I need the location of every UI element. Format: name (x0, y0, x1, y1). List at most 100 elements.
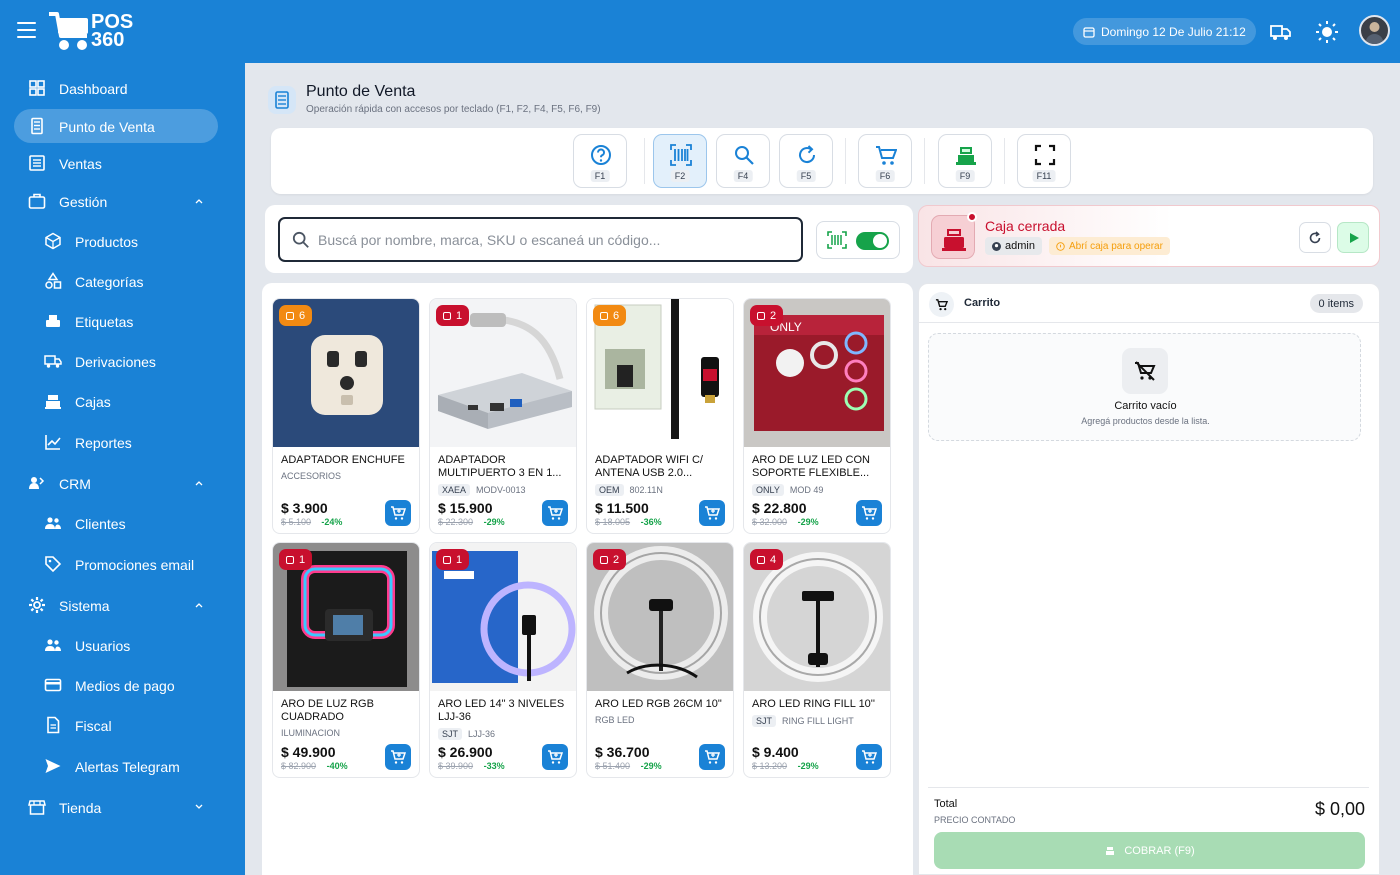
shortcut-button-f11[interactable]: F11 (1017, 134, 1071, 188)
pos-terminal-icon (31, 117, 43, 135)
add-to-cart-button[interactable] (542, 744, 568, 770)
sidebar-item-tienda[interactable]: Tienda (14, 790, 218, 824)
stock-count: 6 (613, 309, 620, 322)
chevron-up-icon[interactable] (194, 600, 204, 610)
sidebar-item-ventas[interactable]: Ventas (14, 146, 218, 180)
product-name: ARO DE LUZ RGB CUADRADO (281, 698, 374, 723)
scan-toggle-switch[interactable] (856, 232, 889, 250)
user-pill: admin (985, 237, 1042, 255)
open-caja-button[interactable] (1337, 222, 1369, 253)
sidebar-item-label: Tienda (59, 800, 102, 816)
product-category: ACCESORIOS (281, 471, 341, 481)
product-old-price: $ 5.100 (281, 517, 312, 527)
sidebar-item-usuarios[interactable]: Usuarios (14, 628, 218, 662)
store-icon (28, 800, 46, 815)
add-to-cart-button[interactable] (385, 744, 411, 770)
avatar[interactable] (1359, 15, 1390, 46)
stock-count: 1 (299, 553, 306, 566)
pay-button[interactable]: COBRAR (F9) (934, 832, 1365, 869)
shortcut-button-f4[interactable]: F4 (716, 134, 770, 188)
sidebar-item-dashboard[interactable]: Dashboard (14, 71, 218, 105)
box-icon (443, 555, 451, 564)
product-card[interactable]: 1 ADAPTADOR MULTIPUERTO 3 EN 1... XAEA MODV… (429, 298, 577, 534)
category-label: RGB LED (595, 715, 635, 725)
shortcut-button-f1[interactable]: F1 (573, 134, 627, 188)
chevron-up-icon[interactable] (194, 478, 204, 488)
sidebar-item-label: Cajas (75, 394, 111, 410)
sidebar-item-sistema[interactable]: Sistema (14, 588, 218, 622)
product-meta: SJT LJJ-36 (438, 728, 495, 740)
cube-icon (45, 232, 61, 250)
shortcut-button-f2[interactable]: F2 (653, 134, 707, 188)
barcode-scan-icon (670, 144, 692, 166)
chevron-down-icon[interactable] (194, 802, 204, 812)
cart-plus-icon (391, 506, 406, 520)
menu-icon[interactable] (17, 22, 36, 38)
sidebar-item-medios-de-pago[interactable]: Medios de pago (14, 668, 218, 702)
shortcut-button-f9[interactable]: F9 (938, 134, 992, 188)
product-category: RGB LED (595, 715, 635, 725)
sidebar-item-productos[interactable]: Productos (14, 224, 218, 258)
sidebar-item-reportes[interactable]: Reportes (14, 425, 218, 459)
add-to-cart-button[interactable] (542, 500, 568, 526)
date-pill[interactable]: Domingo 12 De Julio 21:12 (1073, 18, 1256, 45)
app-logo[interactable]: POS 360 (47, 10, 147, 52)
sidebar-item-label: Derivaciones (75, 354, 156, 370)
sun-icon[interactable] (1315, 20, 1339, 44)
sidebar-item-alertas-telegram[interactable]: Alertas Telegram (14, 749, 218, 783)
cart-plus-icon (862, 506, 877, 520)
product-card[interactable]: 1 ARO LED 14" 3 NIVELES LJJ-36 SJT LJJ-36 $ … (429, 542, 577, 778)
stock-badge: 1 (436, 305, 470, 326)
sidebar-item-derivaciones[interactable]: Derivaciones (14, 344, 218, 378)
sidebar-item-etiquetas[interactable]: Etiquetas (14, 304, 218, 338)
sidebar-item-clientes[interactable]: Clientes (14, 506, 218, 540)
tag-icon (45, 556, 62, 573)
product-card[interactable]: 6 ADAPTADOR WIFI C/ ANTENA USB 2.0... OEM 8… (586, 298, 734, 534)
add-to-cart-button[interactable] (385, 500, 411, 526)
sidebar-item-categorías[interactable]: Categorías (14, 264, 218, 298)
refresh-caja-button[interactable] (1299, 222, 1331, 253)
shortcut-button-f5[interactable]: F5 (779, 134, 833, 188)
add-to-cart-button[interactable] (856, 500, 882, 526)
status-dot (967, 212, 977, 222)
product-price: $ 3.900 (281, 500, 328, 516)
sidebar-item-label: Etiquetas (75, 314, 134, 330)
product-price: $ 36.700 (595, 744, 650, 760)
stock-count: 1 (456, 309, 463, 322)
help-icon (591, 145, 611, 165)
cart-plus-icon (862, 750, 877, 764)
search-placeholder: Buscá por nombre, marca, SKU o escaneá u… (318, 231, 661, 248)
date-label: Domingo 12 De Julio 21:12 (1101, 24, 1246, 39)
add-to-cart-button[interactable] (699, 744, 725, 770)
chevron-up-icon[interactable] (194, 196, 204, 206)
search-input[interactable]: Buscá por nombre, marca, SKU o escaneá u… (278, 217, 803, 262)
search-icon (292, 231, 309, 248)
product-card[interactable]: 1 ARO DE LUZ RGB CUADRADO ILUMINACION $ 49.… (272, 542, 420, 778)
scan-mode-toggle[interactable] (816, 221, 900, 259)
shortcut-button-f6[interactable]: F6 (858, 134, 912, 188)
product-card[interactable]: 6 ADAPTADOR ENCHUFE ACCESORIOS $ 3.900 $ 5.1… (272, 298, 420, 534)
product-name: ARO LED RING FILL 10'' (752, 698, 875, 710)
stock-count: 4 (770, 553, 777, 566)
delivery-truck-icon[interactable] (1269, 20, 1293, 44)
sidebar-item-cajas[interactable]: Cajas (14, 384, 218, 418)
dashboard-icon (29, 80, 45, 96)
product-card[interactable]: 2 ARO LED RGB 26CM 10" RGB LED $ 36.700 $ 51… (586, 542, 734, 778)
truck-icon (44, 355, 62, 368)
sidebar-item-label: Dashboard (59, 81, 128, 97)
warning-pill: Abrí caja para operar (1049, 237, 1170, 255)
sidebar-item-crm[interactable]: CRM (14, 466, 218, 500)
sidebar-item-promociones-email[interactable]: Promociones email (14, 547, 218, 581)
box-icon (286, 555, 294, 564)
sidebar-item-punto-de-venta[interactable]: Punto de Venta (14, 109, 218, 143)
barcode-scan-icon (827, 231, 847, 249)
add-to-cart-button[interactable] (856, 744, 882, 770)
sidebar-item-label: Gestión (59, 194, 108, 210)
product-name: ADAPTADOR WIFI C/ ANTENA USB 2.0... (595, 454, 703, 479)
cash-register-icon (956, 147, 976, 165)
add-to-cart-button[interactable] (699, 500, 725, 526)
sidebar-item-fiscal[interactable]: Fiscal (14, 708, 218, 742)
product-card[interactable]: 4 ARO LED RING FILL 10'' SJT RING FILL LIGH… (743, 542, 891, 778)
sidebar-item-gestión[interactable]: Gestión (14, 184, 218, 218)
product-card[interactable]: ONLY 2 ARO DE LUZ LED CON SOPORTE FLEXIBLE… (743, 298, 891, 534)
